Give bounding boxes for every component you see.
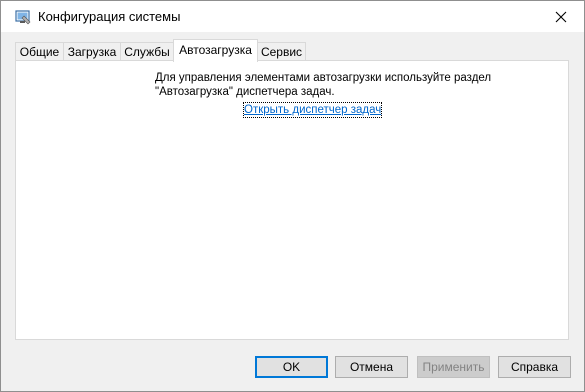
startup-message-line1: Для управления элементами автозагрузки и… [155,72,492,84]
open-task-manager-link[interactable]: Открыть диспетчер задач [242,102,383,118]
tab-boot[interactable]: Загрузка [63,42,121,60]
title-bar: Конфигурация системы [1,1,584,32]
startup-message-line2: "Автозагрузка" диспетчера задач. [155,86,335,98]
system-configuration-window: Конфигурация системы Общие Загрузка Служ… [0,0,585,392]
close-button[interactable] [538,1,584,32]
tab-general[interactable]: Общие [15,42,64,60]
cancel-button[interactable]: Отмена [335,356,408,378]
tab-tools[interactable]: Сервис [257,42,306,60]
window-title: Конфигурация системы [38,9,181,24]
startup-message: Для управления элементами автозагрузки и… [155,71,515,99]
close-icon [555,11,567,23]
help-button[interactable]: Справка [498,356,571,378]
tab-services[interactable]: Службы [120,42,174,60]
ok-button[interactable]: OK [255,356,328,378]
apply-button[interactable]: Применить [417,356,490,378]
startup-tab-panel: Для управления элементами автозагрузки и… [15,60,569,340]
system-config-icon [15,9,31,25]
tab-startup[interactable]: Автозагрузка [173,39,258,62]
